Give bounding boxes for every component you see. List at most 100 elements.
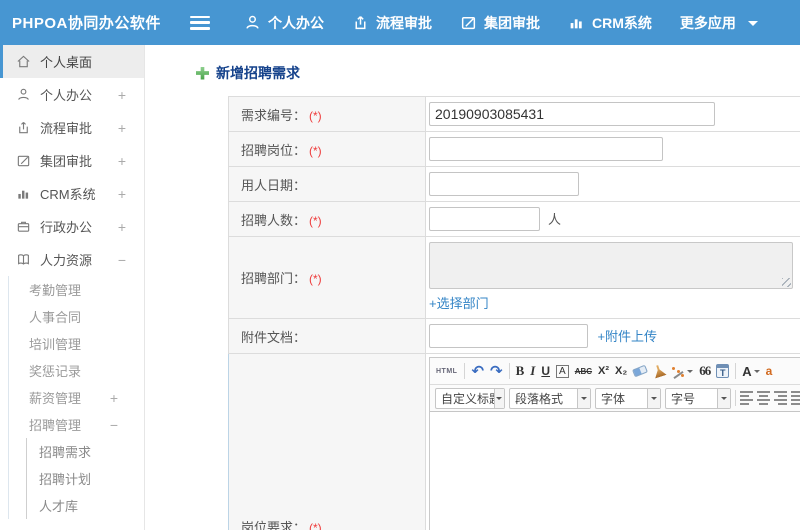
sidebar-item-label: 集团审批	[40, 154, 93, 169]
undo-button[interactable]: ↶	[471, 362, 484, 380]
sidebar-item-label: 行政办公	[40, 220, 93, 235]
paste-as-text-button[interactable]: T	[716, 364, 730, 378]
collapse-icon[interactable]: −	[118, 253, 126, 267]
collapse-icon[interactable]: −	[110, 418, 118, 432]
subscript-button[interactable]: X₂	[615, 365, 627, 377]
clear-format-button[interactable]	[653, 365, 665, 377]
background-color-button[interactable]: a	[766, 364, 773, 378]
attachment-upload-link[interactable]: +附件上传	[597, 329, 657, 344]
editor-content[interactable]	[430, 412, 800, 530]
topbar: PHPOA协同办公软件 个人办公 流程审批 集团审批 CRM系统 更多应用	[0, 0, 800, 45]
font-style-button[interactable]: A	[556, 364, 569, 378]
sidebar-item-crm-system[interactable]: CRM系统 +	[0, 177, 144, 210]
demand-no-input[interactable]	[429, 102, 715, 126]
sidebar-item-rewards[interactable]: 奖惩记录	[9, 357, 144, 384]
strikethrough-button[interactable]: ABC	[575, 367, 592, 376]
chart-icon	[568, 14, 585, 31]
html-source-button[interactable]: HTML	[435, 367, 458, 376]
align-left-button[interactable]	[740, 391, 753, 405]
menu-icon[interactable]	[190, 15, 210, 30]
edit-icon	[16, 153, 31, 168]
sidebar-item-talent-pool[interactable]: 人才库	[27, 492, 144, 519]
select-department-link[interactable]: +选择部门	[429, 293, 489, 312]
broom-icon	[652, 363, 667, 378]
sidebar-item-label: 薪资管理	[29, 391, 82, 406]
sidebar-item-label: 奖惩记录	[29, 364, 82, 379]
headcount-input[interactable]	[429, 207, 540, 231]
toolbar-separator	[464, 363, 466, 379]
nav-group-approval[interactable]: 集团审批	[460, 13, 540, 33]
expand-icon[interactable]: +	[118, 88, 126, 102]
font-size-select[interactable]: 字号	[665, 387, 731, 409]
app-window: PHPOA协同办公软件 个人办公 流程审批 集团审批 CRM系统 更多应用 个人…	[0, 0, 800, 530]
nav-label: 更多应用	[679, 14, 736, 31]
position-input[interactable]	[429, 137, 663, 161]
recruitment-form: 需求编号：(*) 招聘岗位：(*) 用人日期：	[228, 96, 800, 530]
sidebar-item-human-resources[interactable]: 人力资源 −	[0, 243, 144, 276]
nav-crm-system[interactable]: CRM系统	[568, 13, 652, 33]
sidebar-item-training[interactable]: 培训管理	[9, 330, 144, 357]
sidebar-item-admin-office[interactable]: 行政办公 +	[0, 210, 144, 243]
form-label-cell: 岗位要求： (*)	[228, 353, 426, 530]
paragraph-format-select[interactable]: 段落格式	[509, 387, 591, 409]
home-icon	[16, 54, 31, 69]
expand-icon[interactable]: +	[118, 121, 126, 135]
nav-more-apps[interactable]: 更多应用	[680, 13, 758, 33]
department-textarea[interactable]	[429, 242, 793, 289]
editor-toolbar-row2: 自定义标题 段落格式 字体	[430, 385, 800, 412]
caret-down-icon	[647, 388, 660, 408]
chart-icon	[16, 186, 31, 201]
nav-workflow-approval[interactable]: 流程审批	[352, 13, 432, 33]
bold-button[interactable]: B	[516, 363, 525, 379]
book-icon	[16, 252, 31, 267]
app-title: PHPOA协同办公软件	[12, 15, 161, 32]
attachment-input[interactable]	[429, 324, 588, 348]
nav-label: 个人办公	[268, 14, 324, 31]
sidebar-item-salary[interactable]: 薪资管理 +	[9, 384, 144, 411]
sidebar-item-recruit-demand[interactable]: 招聘需求	[27, 438, 144, 465]
sidebar-item-personal-desktop[interactable]: 个人桌面	[0, 45, 144, 78]
sidebar-item-recruit-plan[interactable]: 招聘计划	[27, 465, 144, 492]
custom-heading-select[interactable]: 自定义标题	[435, 387, 505, 409]
caret-down-icon	[747, 20, 758, 31]
sidebar-item-attendance[interactable]: 考勤管理	[9, 276, 144, 303]
expand-icon[interactable]: +	[118, 187, 126, 201]
sidebar-item-recruitment[interactable]: 招聘管理 −	[9, 411, 144, 438]
align-right-button[interactable]	[774, 391, 787, 405]
underline-button[interactable]: U	[541, 364, 550, 378]
expand-icon[interactable]: +	[110, 391, 118, 405]
caret-down-icon	[493, 388, 504, 408]
sidebar-item-label: 招聘需求	[39, 445, 92, 460]
form-value-cell: +附件上传	[425, 318, 800, 354]
expand-icon[interactable]: +	[118, 154, 126, 168]
italic-button[interactable]: I	[530, 363, 535, 379]
required-mark: (*)	[309, 520, 322, 530]
sidebar-item-hr-contract[interactable]: 人事合同	[9, 303, 144, 330]
align-center-button[interactable]	[757, 391, 770, 405]
toolbar-separator	[735, 363, 737, 379]
redo-button[interactable]: ↷	[490, 362, 503, 380]
form-row-department: 招聘部门： (*) +选择部门	[228, 236, 800, 319]
sidebar-item-label: 考勤管理	[29, 283, 82, 298]
hire-date-input[interactable]	[429, 172, 579, 196]
font-family-select[interactable]: 字体	[595, 387, 661, 409]
sidebar-item-label: 个人桌面	[40, 55, 93, 70]
sidebar-item-personal-office[interactable]: 个人办公 +	[0, 78, 144, 111]
format-painter-button[interactable]	[671, 365, 694, 378]
align-justify-button[interactable]	[791, 391, 800, 405]
sidebar-item-group-approval[interactable]: 集团审批 +	[0, 144, 144, 177]
form-row-demand-no: 需求编号： (*)	[228, 96, 800, 132]
caret-down-icon	[753, 370, 760, 376]
eraser-button[interactable]	[632, 364, 649, 378]
expand-icon[interactable]: +	[118, 220, 126, 234]
user-icon	[16, 87, 31, 102]
required-mark: (*)	[309, 108, 322, 123]
nav-personal-office[interactable]: 个人办公	[244, 13, 324, 33]
workflow-icon	[352, 14, 369, 31]
font-color-button[interactable]: A	[742, 364, 760, 379]
form-value-cell: +选择部门	[425, 236, 800, 319]
sidebar-item-workflow-approval[interactable]: 流程审批 +	[0, 111, 144, 144]
blockquote-button[interactable]: 66	[699, 363, 711, 379]
superscript-button[interactable]: X²	[598, 365, 609, 377]
recruitment-submenu: 招聘需求 招聘计划 人才库	[26, 438, 144, 519]
